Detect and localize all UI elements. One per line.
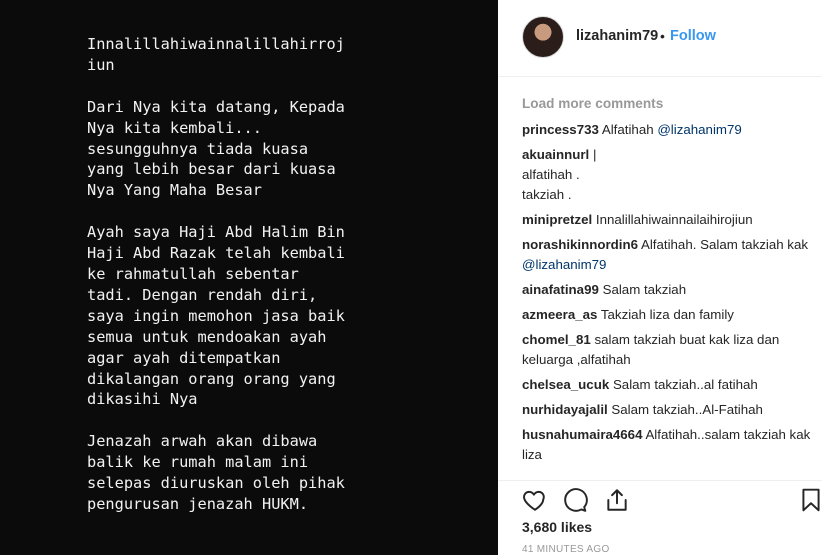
comment-username-link[interactable]: azmeera_as [522, 307, 597, 322]
comment-mention-link[interactable]: @lizahanim79 [657, 122, 741, 137]
heart-icon[interactable] [522, 487, 548, 513]
comment-username-link[interactable]: ainafatina99 [522, 282, 599, 297]
media-text-line: sesungguhnya tiada kuasa [87, 139, 309, 158]
comment-username-link[interactable]: akuainnurl [522, 147, 589, 162]
post-side-panel: lizahanim79 • Follow Load more comments … [498, 0, 830, 555]
comment-item: chomel_81 salam takziah buat kak liza da… [522, 330, 818, 370]
post-media[interactable]: Innalillahiwainnalillahirroj iun Dari Ny… [0, 0, 498, 555]
media-text-line: Haji Abd Razak telah kembali [87, 244, 345, 263]
media-text-line: Innalillahiwainnalillahirroj [87, 35, 345, 53]
media-text-line: saya ingin memohon jasa baik [87, 306, 345, 325]
share-icon[interactable] [604, 487, 630, 513]
comment-text: Alfatihah. Salam takziah kak [640, 237, 809, 252]
post-actions [498, 480, 822, 521]
media-text-line: Nya Yang Maha Besar [87, 181, 262, 200]
media-text-line: Dari Nya kita datang, Kepada [87, 97, 345, 116]
media-text-line: selepas diuruskan oleh pihak [87, 474, 345, 493]
media-text-line: dikasihi Nya [87, 390, 198, 409]
load-more-comments-button[interactable]: Load more comments [522, 94, 818, 114]
comment-text: | [592, 147, 597, 162]
comment-item: azmeera_as Takziah liza dan family [522, 305, 818, 325]
comment-item: princess733 Alfatihah @lizahanim79 [522, 120, 818, 140]
media-text-line: balik ke rumah malam ini [87, 453, 309, 472]
comment-item: chelsea_ucuk Salam takziah..al fatihah [522, 375, 818, 395]
bookmark-icon[interactable] [798, 487, 824, 513]
media-text-line: Jenazah arwah akan dibawa [87, 432, 318, 451]
comment-item: norashikinnordin6 Alfatihah. Salam takzi… [522, 235, 818, 275]
media-text-line: yang lebih besar dari kuasa [87, 160, 336, 179]
media-text-line: ke rahmatullah sebentar [87, 264, 299, 283]
comment-text: Salam takziah [602, 282, 687, 297]
media-text-line: semua untuk mendoakan ayah [87, 327, 327, 346]
media-text-line: tadi. Dengan rendah diri, [87, 285, 318, 304]
comment-username-link[interactable]: nurhidayajalil [522, 402, 608, 417]
comment-text: Innalillahiwainnailaihirojiun [595, 212, 753, 227]
comment-item: ainafatina99 Salam takziah [522, 280, 818, 300]
comment-text: Salam takziah..Al-Fatihah [611, 402, 763, 417]
comment-icon[interactable] [562, 487, 588, 513]
comment-username-link[interactable]: princess733 [522, 122, 599, 137]
username-link[interactable]: lizahanim79 [576, 28, 658, 44]
media-text-line: dikalangan orang orang yang [87, 369, 336, 388]
comment-text: Alfatihah [601, 122, 658, 137]
follow-button[interactable]: Follow [670, 28, 716, 44]
comment-username-link[interactable]: chelsea_ucuk [522, 377, 609, 392]
comment-item: minipretzel Innalillahiwainnailaihirojiu… [522, 210, 818, 230]
post-media-text: Innalillahiwainnalillahirroj iun Dari Ny… [87, 34, 447, 515]
media-text-line: Nya kita kembali... [87, 118, 262, 137]
comment-username-link[interactable]: husnahumaira4664 [522, 427, 642, 442]
comment-username-link[interactable]: minipretzel [522, 212, 592, 227]
media-text-line: pengurusan jenazah HUKM. [87, 494, 309, 513]
comment-mention-link[interactable]: @lizahanim79 [522, 257, 606, 272]
avatar[interactable] [522, 16, 564, 58]
comment-username-link[interactable]: norashikinnordin6 [522, 237, 638, 252]
comment-text: Takziah liza dan family [600, 307, 734, 322]
comment-item: husnahumaira4664 Alfatihah..salam takzia… [522, 425, 818, 465]
comment-item: akuainnurl | alfatihah . takziah . [522, 145, 818, 205]
media-text-line: iun [87, 55, 115, 74]
comment-username-link[interactable]: chomel_81 [522, 332, 591, 347]
media-text-line: agar ayah ditempatkan [87, 348, 281, 367]
likes-count[interactable]: 3,680 likes [522, 519, 592, 535]
comments-list: Load more comments princess733 Alfatihah… [522, 94, 818, 470]
comment-text: Salam takziah..al fatihah [612, 377, 758, 392]
header-separator: • [660, 28, 665, 44]
comment-text-line: alfatihah . [522, 167, 580, 182]
post-header: lizahanim79 • Follow [498, 0, 822, 77]
comment-text-line: takziah . [522, 187, 572, 202]
media-text-line: Ayah saya Haji Abd Halim Bin [87, 223, 345, 242]
post-timestamp: 41 MINUTES AGO [522, 544, 610, 555]
comment-item: nurhidayajalil Salam takziah..Al-Fatihah [522, 400, 818, 420]
